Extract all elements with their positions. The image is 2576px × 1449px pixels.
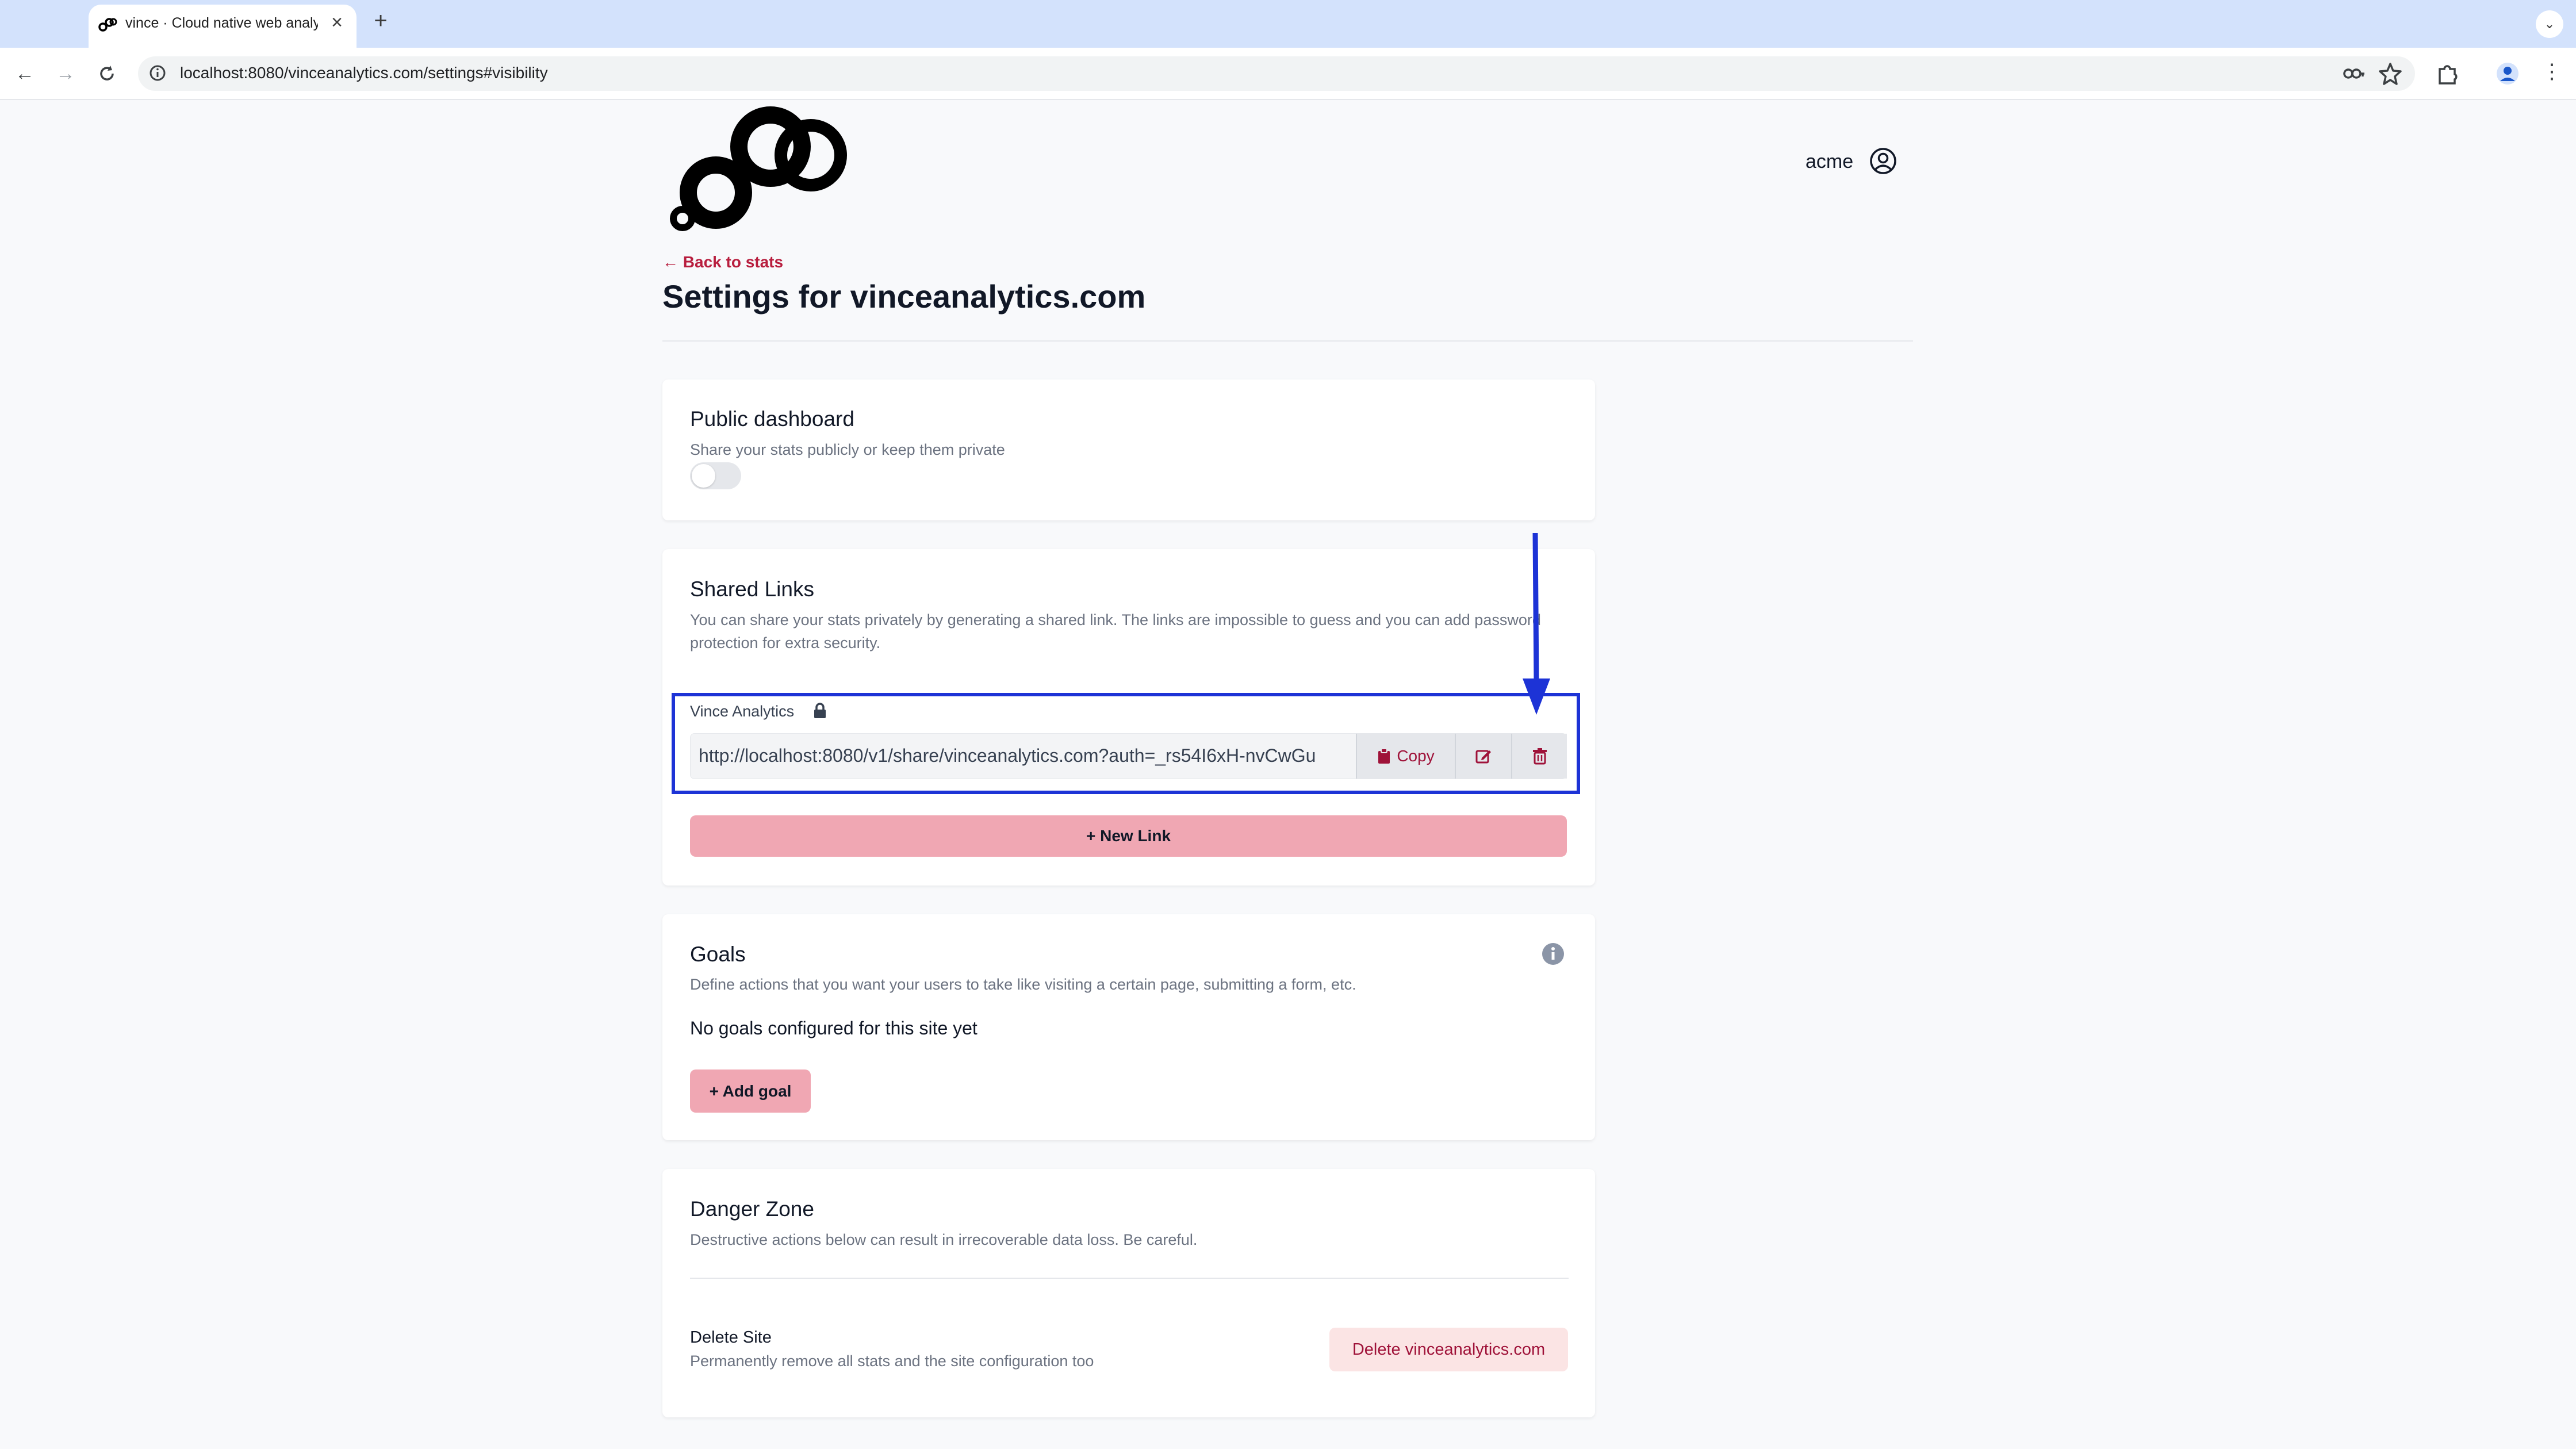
username[interactable]: acme (1805, 151, 1853, 173)
vince-logo-icon[interactable] (664, 101, 848, 234)
delete-link-button[interactable] (1511, 734, 1567, 779)
shared-link-url-input[interactable]: http://localhost:8080/v1/share/vinceanal… (699, 745, 1337, 766)
bookmark-star-icon[interactable] (2377, 60, 2404, 87)
back-to-stats-link[interactable]: ← Back to stats (662, 253, 783, 271)
forward-arrow-icon[interactable]: → (53, 61, 78, 86)
edit-pencil-icon (1475, 750, 1491, 764)
clipboard-icon (1378, 748, 1390, 764)
shared-link-name: Vince Analytics (690, 703, 795, 720)
new-link-button[interactable]: + New Link (690, 815, 1567, 857)
add-goal-button[interactable]: + Add goal (690, 1070, 811, 1113)
lock-icon (814, 703, 826, 718)
back-arrow-icon[interactable]: ← (12, 61, 37, 86)
tab-search-chevron-icon[interactable]: ⌄ (2536, 10, 2563, 38)
copy-link-button[interactable]: Copy (1356, 734, 1455, 779)
goals-title: Goals (690, 942, 746, 966)
delete-site-description: Permanently remove all stats and the sit… (690, 1352, 1094, 1370)
tab-title: vince · Cloud native web analytics (125, 15, 318, 31)
danger-zone-divider (690, 1278, 1569, 1279)
copy-label: Copy (1397, 747, 1435, 765)
profile-avatar-icon[interactable] (2494, 60, 2521, 87)
header-divider (662, 340, 1913, 342)
site-info-icon[interactable] (147, 63, 168, 83)
user-account-icon[interactable] (1869, 147, 1897, 175)
public-dashboard-description: Share your stats publicly or keep them p… (690, 441, 1005, 458)
tab-close-icon[interactable]: × (327, 12, 347, 34)
password-key-icon[interactable] (2340, 60, 2367, 87)
goals-description: Define actions that you want your users … (690, 976, 1356, 993)
extensions-puzzle-icon[interactable] (2435, 60, 2461, 87)
url-text: localhost:8080/vinceanalytics.com/settin… (180, 64, 548, 82)
public-dashboard-title: Public dashboard (690, 407, 854, 431)
delete-site-button[interactable]: Delete vinceanalytics.com (1329, 1328, 1568, 1371)
new-tab-icon[interactable]: + (371, 8, 390, 34)
edit-link-button[interactable] (1455, 734, 1511, 779)
browser-menu-kebab-icon[interactable]: ⋮ (2542, 60, 2562, 86)
annotation-arrow-icon (1523, 532, 1550, 715)
goals-empty-text: No goals configured for this site yet (690, 1018, 977, 1038)
danger-zone-description: Destructive actions below can result in … (690, 1231, 1198, 1248)
vince-favicon-icon (98, 18, 117, 32)
toggle-knob (692, 464, 715, 488)
trash-icon (1532, 748, 1547, 765)
shared-links-title: Shared Links (690, 577, 814, 601)
danger-zone-title: Danger Zone (690, 1197, 814, 1221)
shared-links-description: You can share your stats privately by ge… (690, 611, 1541, 651)
reload-icon[interactable] (95, 62, 118, 85)
page-title: Settings for vinceanalytics.com (662, 278, 1146, 315)
info-icon[interactable] (1541, 942, 1565, 966)
delete-site-title: Delete Site (690, 1328, 772, 1347)
